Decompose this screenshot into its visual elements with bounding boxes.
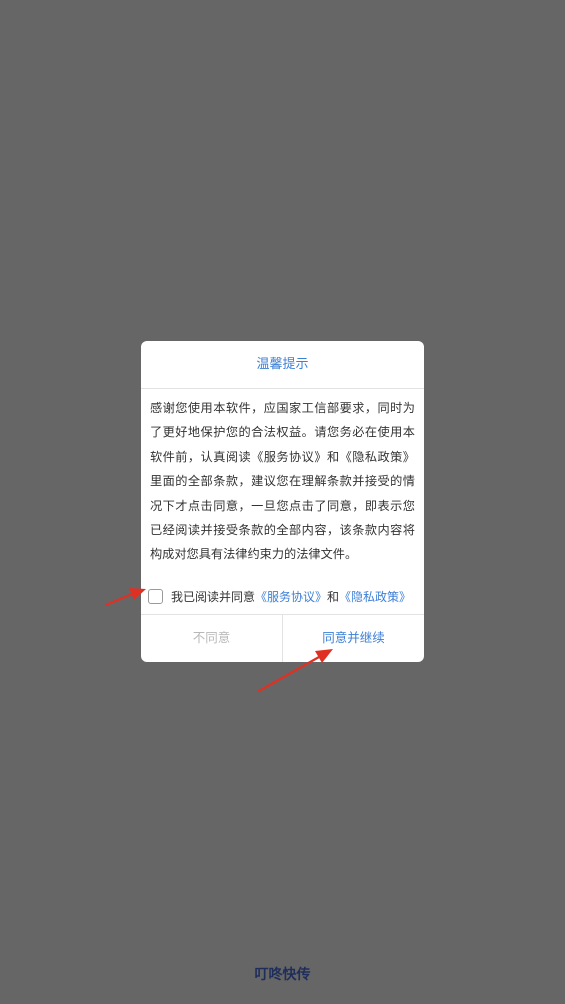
dialog-body-text: 感谢您使用本软件，应国家工信部要求，同时为了更好地保护您的合法权益。请您务必在使…: [150, 401, 415, 562]
privacy-policy-link[interactable]: 《隐私政策》: [339, 588, 411, 605]
agree-checkbox[interactable]: [148, 588, 163, 604]
agree-continue-button[interactable]: 同意并继续: [283, 615, 424, 662]
and-text: 和: [327, 589, 340, 604]
app-brand-name: 叮咚快传: [254, 967, 311, 983]
dialog-buttons: 不同意 同意并继续: [141, 614, 424, 662]
service-agreement-link[interactable]: 《服务协议》: [255, 588, 327, 605]
consent-dialog: 温馨提示 感谢您使用本软件，应国家工信部要求，同时为了更好地保护您的合法权益。请…: [141, 341, 424, 662]
dialog-title: 温馨提示: [141, 341, 424, 389]
disagree-button[interactable]: 不同意: [141, 615, 283, 662]
agree-row: 我已阅读并同意 《服务协议》 和 《隐私政策》: [141, 572, 424, 620]
arrow-to-checkbox: [104, 588, 146, 607]
agree-prefix: 我已阅读并同意: [171, 589, 256, 604]
